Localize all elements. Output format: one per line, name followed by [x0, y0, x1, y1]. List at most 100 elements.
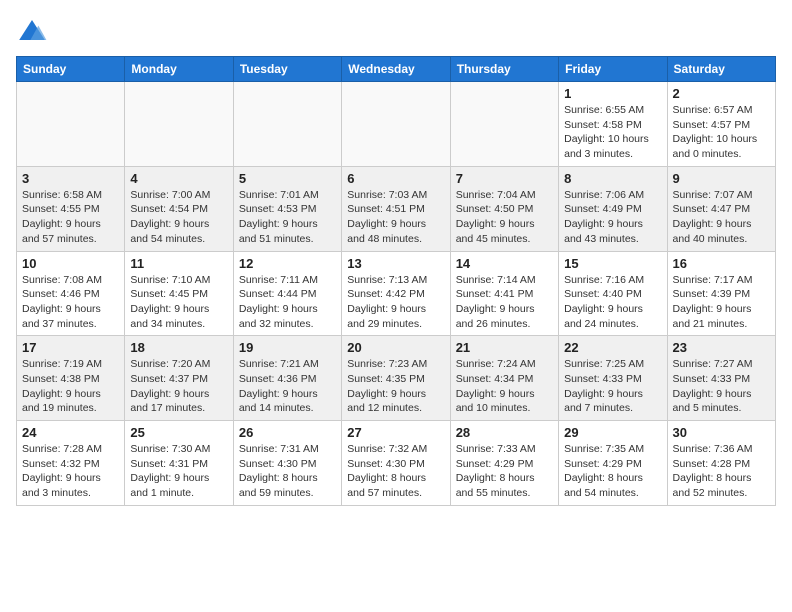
calendar-cell: [17, 82, 125, 167]
logo: [16, 16, 52, 48]
calendar-cell: 15 Sunrise: 7:16 AM Sunset: 4:40 PM Dayli…: [559, 251, 667, 336]
calendar-cell: 18 Sunrise: 7:20 AM Sunset: 4:37 PM Dayli…: [125, 336, 233, 421]
day-number: 23: [673, 340, 770, 355]
calendar-cell: 5 Sunrise: 7:01 AM Sunset: 4:53 PM Daylig…: [233, 166, 341, 251]
day-number: 16: [673, 256, 770, 271]
calendar-cell: [233, 82, 341, 167]
calendar-week-row: 3 Sunrise: 6:58 AM Sunset: 4:55 PM Daylig…: [17, 166, 776, 251]
day-info: Sunrise: 7:07 AM Sunset: 4:47 PM Dayligh…: [673, 188, 770, 247]
day-info: Sunrise: 7:30 AM Sunset: 4:31 PM Dayligh…: [130, 442, 227, 501]
weekday-header-thursday: Thursday: [450, 57, 558, 82]
calendar-week-row: 24Sunrise: 7:28 AM Sunset: 4:32 PM Dayli…: [17, 421, 776, 506]
weekday-header-tuesday: Tuesday: [233, 57, 341, 82]
calendar-cell: 10 Sunrise: 7:08 AM Sunset: 4:46 PM Dayli…: [17, 251, 125, 336]
calendar: SundayMondayTuesdayWednesdayThursdayFrid…: [16, 56, 776, 506]
day-number: 12: [239, 256, 336, 271]
calendar-week-row: 17 Sunrise: 7:19 AM Sunset: 4:38 PM Dayli…: [17, 336, 776, 421]
day-number: 15: [564, 256, 661, 271]
day-info: Sunrise: 7:35 AM Sunset: 4:29 PM Dayligh…: [564, 442, 661, 501]
day-number: 25: [130, 425, 227, 440]
day-number: 18: [130, 340, 227, 355]
calendar-cell: 30 Sunrise: 7:36 AM Sunset: 4:28 PM Dayli…: [667, 421, 775, 506]
calendar-cell: 26Sunrise: 7:31 AM Sunset: 4:30 PM Dayli…: [233, 421, 341, 506]
calendar-header-row: SundayMondayTuesdayWednesdayThursdayFrid…: [17, 57, 776, 82]
day-info: Sunrise: 7:08 AM Sunset: 4:46 PM Dayligh…: [22, 273, 119, 332]
day-number: 30: [673, 425, 770, 440]
day-info: Sunrise: 7:11 AM Sunset: 4:44 PM Dayligh…: [239, 273, 336, 332]
calendar-cell: 29 Sunrise: 7:35 AM Sunset: 4:29 PM Dayli…: [559, 421, 667, 506]
day-number: 10: [22, 256, 119, 271]
calendar-cell: 24Sunrise: 7:28 AM Sunset: 4:32 PM Dayli…: [17, 421, 125, 506]
day-info: Sunrise: 7:10 AM Sunset: 4:45 PM Dayligh…: [130, 273, 227, 332]
day-number: 17: [22, 340, 119, 355]
day-info: Sunrise: 7:36 AM Sunset: 4:28 PM Dayligh…: [673, 442, 770, 501]
day-info: Sunrise: 7:04 AM Sunset: 4:50 PM Dayligh…: [456, 188, 553, 247]
header: [16, 16, 776, 48]
calendar-cell: 23 Sunrise: 7:27 AM Sunset: 4:33 PM Dayli…: [667, 336, 775, 421]
calendar-cell: 27 Sunrise: 7:32 AM Sunset: 4:30 PM Dayli…: [342, 421, 450, 506]
calendar-cell: 12 Sunrise: 7:11 AM Sunset: 4:44 PM Dayli…: [233, 251, 341, 336]
day-info: Sunrise: 7:20 AM Sunset: 4:37 PM Dayligh…: [130, 357, 227, 416]
calendar-cell: [342, 82, 450, 167]
day-info: Sunrise: 7:06 AM Sunset: 4:49 PM Dayligh…: [564, 188, 661, 247]
calendar-week-row: 1 Sunrise: 6:55 AM Sunset: 4:58 PM Daylig…: [17, 82, 776, 167]
day-number: 4: [130, 171, 227, 186]
day-info: Sunrise: 7:25 AM Sunset: 4:33 PM Dayligh…: [564, 357, 661, 416]
day-number: 1: [564, 86, 661, 101]
calendar-cell: 25 Sunrise: 7:30 AM Sunset: 4:31 PM Dayli…: [125, 421, 233, 506]
day-info: Sunrise: 7:03 AM Sunset: 4:51 PM Dayligh…: [347, 188, 444, 247]
calendar-cell: 2 Sunrise: 6:57 AM Sunset: 4:57 PM Daylig…: [667, 82, 775, 167]
day-number: 13: [347, 256, 444, 271]
weekday-header-sunday: Sunday: [17, 57, 125, 82]
day-number: 9: [673, 171, 770, 186]
day-info: Sunrise: 6:55 AM Sunset: 4:58 PM Dayligh…: [564, 103, 661, 162]
day-info: Sunrise: 7:16 AM Sunset: 4:40 PM Dayligh…: [564, 273, 661, 332]
day-number: 29: [564, 425, 661, 440]
day-number: 7: [456, 171, 553, 186]
day-info: Sunrise: 7:24 AM Sunset: 4:34 PM Dayligh…: [456, 357, 553, 416]
day-info: Sunrise: 7:27 AM Sunset: 4:33 PM Dayligh…: [673, 357, 770, 416]
calendar-cell: [125, 82, 233, 167]
day-number: 8: [564, 171, 661, 186]
day-number: 5: [239, 171, 336, 186]
calendar-cell: 7 Sunrise: 7:04 AM Sunset: 4:50 PM Daylig…: [450, 166, 558, 251]
calendar-cell: [450, 82, 558, 167]
logo-icon: [16, 16, 48, 48]
day-number: 24: [22, 425, 119, 440]
day-info: Sunrise: 7:21 AM Sunset: 4:36 PM Dayligh…: [239, 357, 336, 416]
day-info: Sunrise: 7:33 AM Sunset: 4:29 PM Dayligh…: [456, 442, 553, 501]
calendar-cell: 22Sunrise: 7:25 AM Sunset: 4:33 PM Dayli…: [559, 336, 667, 421]
day-info: Sunrise: 7:00 AM Sunset: 4:54 PM Dayligh…: [130, 188, 227, 247]
day-number: 11: [130, 256, 227, 271]
day-info: Sunrise: 7:14 AM Sunset: 4:41 PM Dayligh…: [456, 273, 553, 332]
calendar-week-row: 10 Sunrise: 7:08 AM Sunset: 4:46 PM Dayli…: [17, 251, 776, 336]
day-info: Sunrise: 6:57 AM Sunset: 4:57 PM Dayligh…: [673, 103, 770, 162]
day-info: Sunrise: 7:13 AM Sunset: 4:42 PM Dayligh…: [347, 273, 444, 332]
day-info: Sunrise: 7:01 AM Sunset: 4:53 PM Dayligh…: [239, 188, 336, 247]
day-number: 2: [673, 86, 770, 101]
day-number: 6: [347, 171, 444, 186]
calendar-cell: 20Sunrise: 7:23 AM Sunset: 4:35 PM Dayli…: [342, 336, 450, 421]
day-info: Sunrise: 7:19 AM Sunset: 4:38 PM Dayligh…: [22, 357, 119, 416]
weekday-header-saturday: Saturday: [667, 57, 775, 82]
weekday-header-monday: Monday: [125, 57, 233, 82]
weekday-header-friday: Friday: [559, 57, 667, 82]
day-number: 27: [347, 425, 444, 440]
day-info: Sunrise: 7:23 AM Sunset: 4:35 PM Dayligh…: [347, 357, 444, 416]
calendar-cell: 8 Sunrise: 7:06 AM Sunset: 4:49 PM Daylig…: [559, 166, 667, 251]
calendar-cell: 3 Sunrise: 6:58 AM Sunset: 4:55 PM Daylig…: [17, 166, 125, 251]
calendar-cell: 4 Sunrise: 7:00 AM Sunset: 4:54 PM Daylig…: [125, 166, 233, 251]
day-info: Sunrise: 6:58 AM Sunset: 4:55 PM Dayligh…: [22, 188, 119, 247]
calendar-cell: 13 Sunrise: 7:13 AM Sunset: 4:42 PM Dayli…: [342, 251, 450, 336]
day-info: Sunrise: 7:32 AM Sunset: 4:30 PM Dayligh…: [347, 442, 444, 501]
calendar-cell: 28 Sunrise: 7:33 AM Sunset: 4:29 PM Dayli…: [450, 421, 558, 506]
day-number: 21: [456, 340, 553, 355]
calendar-cell: 16 Sunrise: 7:17 AM Sunset: 4:39 PM Dayli…: [667, 251, 775, 336]
day-number: 3: [22, 171, 119, 186]
day-info: Sunrise: 7:17 AM Sunset: 4:39 PM Dayligh…: [673, 273, 770, 332]
day-number: 26: [239, 425, 336, 440]
weekday-header-wednesday: Wednesday: [342, 57, 450, 82]
calendar-cell: 17 Sunrise: 7:19 AM Sunset: 4:38 PM Dayli…: [17, 336, 125, 421]
day-number: 19: [239, 340, 336, 355]
day-number: 28: [456, 425, 553, 440]
